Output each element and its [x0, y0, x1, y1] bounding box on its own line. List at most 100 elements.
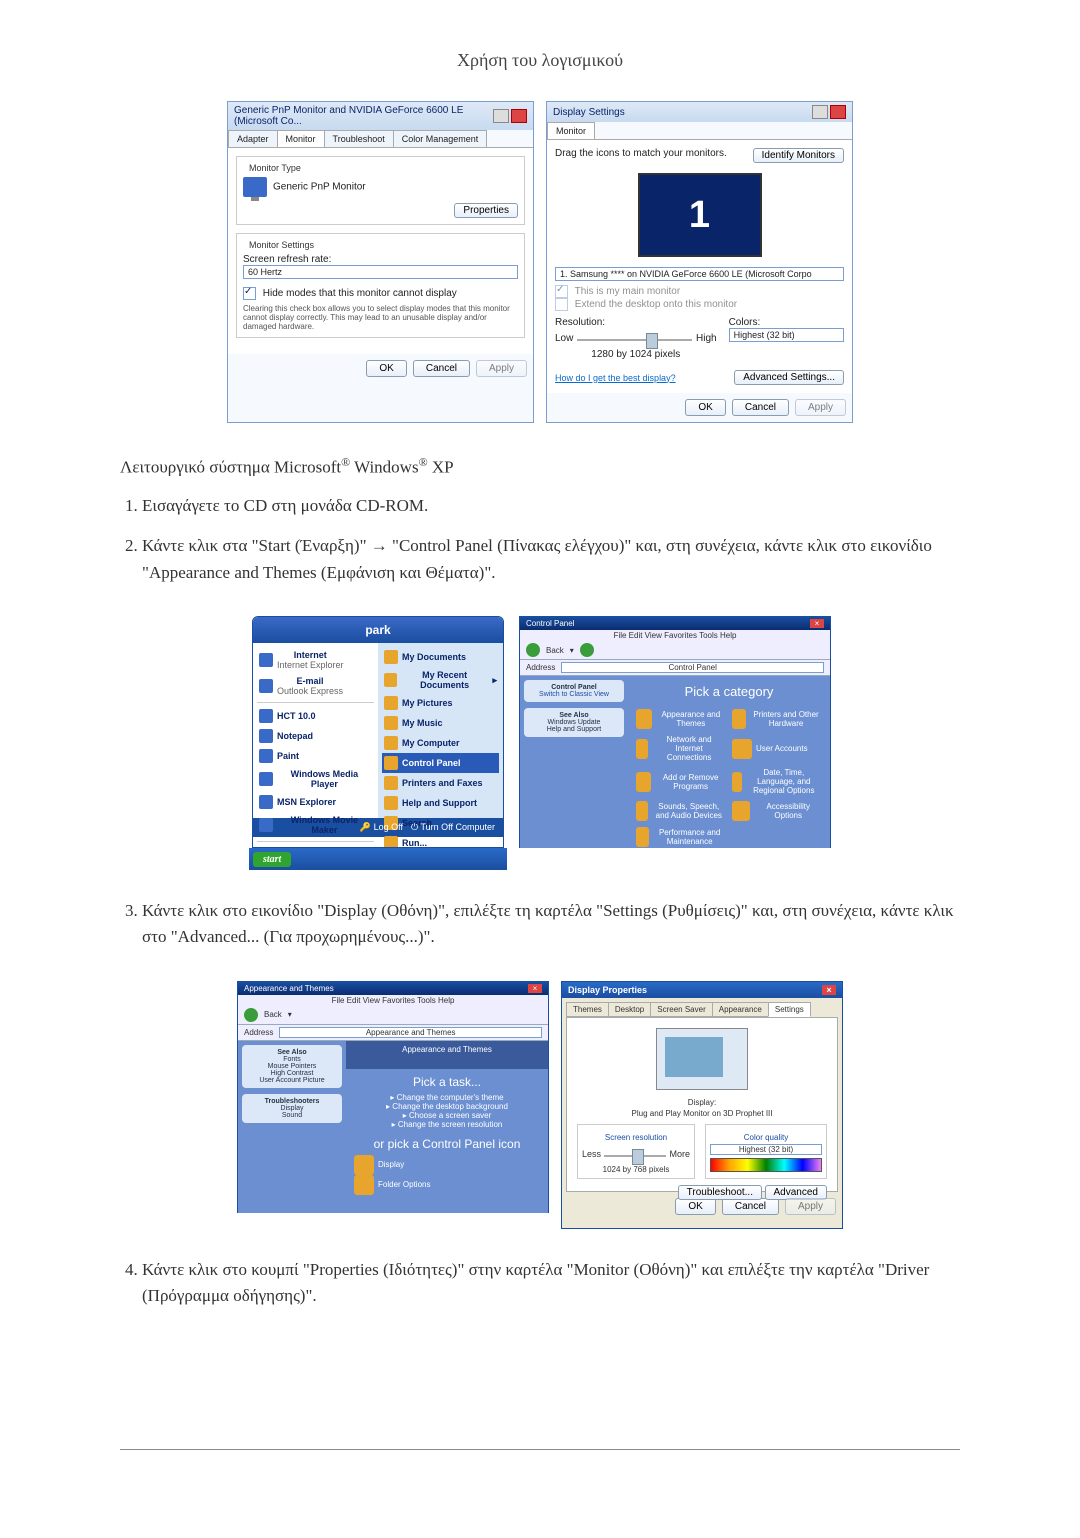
sm-my-computer[interactable]: My Computer: [382, 733, 499, 753]
best-display-link[interactable]: How do I get the best display?: [555, 373, 676, 383]
run-icon: [384, 836, 398, 848]
resolution-slider[interactable]: [577, 331, 692, 349]
at-title: Appearance and Themes: [244, 984, 334, 993]
close-icon[interactable]: ×: [528, 984, 542, 993]
cat-printers[interactable]: Printers and Other Hardware: [732, 709, 822, 729]
task-4[interactable]: ▸ Change the screen resolution: [354, 1120, 540, 1129]
back-icon[interactable]: [526, 643, 540, 657]
folder-icon: [384, 673, 397, 687]
cat-users[interactable]: User Accounts: [732, 735, 822, 762]
power-icon: ⏻: [411, 822, 418, 832]
cancel-button[interactable]: Cancel: [413, 360, 470, 377]
tab-screensaver[interactable]: Screen Saver: [650, 1002, 712, 1017]
identify-monitors-button[interactable]: Identify Monitors: [753, 148, 844, 163]
refresh-rate-label: Screen refresh rate:: [243, 254, 518, 265]
apply-button[interactable]: Apply: [476, 360, 527, 377]
colors-select[interactable]: Highest (32 bit): [729, 328, 844, 342]
close-icon[interactable]: ×: [822, 985, 836, 995]
switch-view-link[interactable]: Switch to Classic View: [539, 691, 609, 698]
tab-monitor[interactable]: Monitor: [277, 130, 325, 147]
device-select[interactable]: 1. Samsung **** on NVIDIA GeForce 6600 L…: [555, 267, 844, 281]
ok-button[interactable]: OK: [675, 1198, 715, 1215]
back-icon[interactable]: [244, 1008, 258, 1022]
close-icon[interactable]: [511, 109, 527, 123]
ok-button[interactable]: OK: [366, 360, 406, 377]
cp-folder-options-icon[interactable]: Folder Options: [354, 1175, 540, 1195]
turnoff-button[interactable]: ⏻ Turn Off Computer: [411, 822, 495, 833]
tab-color-management[interactable]: Color Management: [393, 130, 488, 147]
sm-hct[interactable]: HCT 10.0: [257, 706, 374, 726]
cat-datetime[interactable]: Date, Time, Language, and Regional Optio…: [732, 768, 822, 795]
tab-appearance[interactable]: Appearance: [712, 1002, 769, 1017]
sm-my-pictures[interactable]: My Pictures: [382, 693, 499, 713]
cancel-button[interactable]: Cancel: [732, 399, 789, 416]
section-bar: Appearance and Themes: [346, 1041, 548, 1069]
advanced-settings-button[interactable]: Advanced Settings...: [734, 370, 844, 385]
properties-button[interactable]: Properties: [454, 203, 518, 218]
troubleshoot-button[interactable]: Troubleshoot...: [678, 1185, 762, 1200]
sm-wmm[interactable]: Windows Movie Maker: [257, 812, 374, 838]
apply-button[interactable]: Apply: [785, 1198, 836, 1215]
display-icon: [354, 1155, 374, 1175]
control-panel-screenshot: Control Panel × File Edit View Favorites …: [519, 616, 831, 848]
cp-menu[interactable]: File Edit View Favorites Tools Help: [520, 630, 830, 641]
monitor-name: Generic PnP Monitor: [273, 182, 366, 193]
drag-instruction: Drag the icons to match your monitors.: [555, 148, 727, 159]
pick-category-title: Pick a category: [636, 684, 822, 699]
cat-addremove[interactable]: Add or Remove Programs: [636, 768, 726, 795]
sm-help[interactable]: Help and Support: [382, 793, 499, 813]
cp-display-icon[interactable]: Display: [354, 1155, 540, 1175]
sm-paint[interactable]: Paint: [257, 746, 374, 766]
tab-desktop[interactable]: Desktop: [608, 1002, 651, 1017]
tab-settings[interactable]: Settings: [768, 1002, 811, 1017]
address-bar[interactable]: Control Panel: [561, 662, 824, 673]
cat-appearance[interactable]: Appearance and Themes: [636, 709, 726, 729]
cancel-button[interactable]: Cancel: [722, 1198, 779, 1215]
minimize-icon[interactable]: [812, 105, 828, 119]
cat-accessibility[interactable]: Accessibility Options: [732, 801, 822, 821]
address-bar[interactable]: Appearance and Themes: [279, 1027, 542, 1038]
sm-printers[interactable]: Printers and Faxes: [382, 773, 499, 793]
apply-button[interactable]: Apply: [795, 399, 846, 416]
cat-network[interactable]: Network and Internet Connections: [636, 735, 726, 762]
cat-performance[interactable]: Performance and Maintenance: [636, 827, 726, 847]
refresh-rate-select[interactable]: 60 Hertz: [243, 265, 518, 279]
sm-email[interactable]: E-mailOutlook Express: [257, 673, 374, 699]
sm-my-documents[interactable]: My Documents: [382, 647, 499, 667]
sm-msn[interactable]: MSN Explorer: [257, 792, 374, 812]
extend-desktop-label: Extend the desktop onto this monitor: [575, 299, 737, 310]
step-4: Κάντε κλικ στο κουμπί "Properties (Ιδιότ…: [142, 1257, 960, 1310]
ok-button[interactable]: OK: [685, 399, 725, 416]
at-menu[interactable]: File Edit View Favorites Tools Help: [238, 995, 548, 1006]
sm-run[interactable]: Run...: [382, 833, 499, 848]
task-1[interactable]: ▸ Change the computer's theme: [354, 1093, 540, 1102]
logoff-button[interactable]: 🔑 Log Off: [360, 822, 403, 833]
close-icon[interactable]: [830, 105, 846, 119]
tab-troubleshoot[interactable]: Troubleshoot: [324, 130, 394, 147]
sm-all-programs[interactable]: All Programs ▶: [257, 845, 374, 848]
sm-my-music[interactable]: My Music: [382, 713, 499, 733]
main-monitor-label: This is my main monitor: [575, 286, 681, 297]
ie-icon: [259, 653, 273, 667]
forward-icon[interactable]: [580, 643, 594, 657]
tab-adapter[interactable]: Adapter: [228, 130, 278, 147]
sm-notepad[interactable]: Notepad: [257, 726, 374, 746]
step-2: Κάντε κλικ στα "Start (Έναρξη)" → "Contr…: [142, 533, 960, 586]
color-quality-select[interactable]: Highest (32 bit): [710, 1144, 822, 1155]
task-2[interactable]: ▸ Change the desktop background: [354, 1102, 540, 1111]
hide-modes-checkbox[interactable]: [243, 287, 256, 300]
close-icon[interactable]: ×: [810, 619, 824, 628]
resolution-slider[interactable]: [604, 1147, 666, 1165]
cat-sounds[interactable]: Sounds, Speech, and Audio Devices: [636, 801, 726, 821]
task-3[interactable]: ▸ Choose a screen saver: [354, 1111, 540, 1120]
tab-monitor[interactable]: Monitor: [547, 122, 595, 139]
start-button[interactable]: start: [253, 852, 291, 867]
minimize-icon[interactable]: [493, 109, 509, 123]
sm-control-panel[interactable]: Control Panel: [382, 753, 499, 773]
sm-my-recent[interactable]: My Recent Documents ▸: [382, 667, 499, 693]
sm-wmp[interactable]: Windows Media Player: [257, 766, 374, 792]
appearance-icon: [636, 709, 652, 729]
tab-themes[interactable]: Themes: [566, 1002, 609, 1017]
monitor-preview[interactable]: 1: [638, 173, 762, 257]
sm-internet[interactable]: InternetInternet Explorer: [257, 647, 374, 673]
